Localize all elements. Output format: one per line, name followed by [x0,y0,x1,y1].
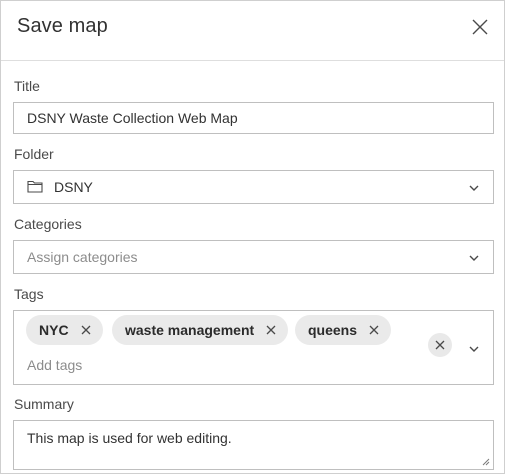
tag-chip-label: NYC [39,322,69,338]
folder-select[interactable]: DSNY [13,170,494,204]
clear-tags-button[interactable] [428,333,452,357]
title-input-value: DSNY Waste Collection Web Map [27,110,238,126]
tags-label: Tags [14,286,44,302]
save-map-dialog: Save map Title DSNY Waste Collection Web… [0,0,505,474]
tag-chip-queens[interactable]: queens [295,315,392,345]
chevron-down-icon [469,255,479,261]
resize-handle-icon[interactable] [482,458,490,466]
folder-icon [27,180,43,193]
close-icon [435,340,445,350]
categories-label: Categories [14,216,82,232]
categories-placeholder: Assign categories [27,249,138,265]
close-icon[interactable] [81,325,91,335]
summary-label: Summary [14,396,74,412]
summary-textarea[interactable]: This map is used for web editing. [13,420,494,470]
tags-input[interactable]: NYC waste management queens Add tags [13,310,494,385]
chevron-down-icon[interactable] [468,343,480,355]
tag-chip-nyc[interactable]: NYC [26,315,103,345]
folder-label: Folder [14,146,54,162]
folder-select-value: DSNY [54,179,93,195]
close-button[interactable] [468,15,492,39]
tags-placeholder: Add tags [27,357,83,373]
close-icon[interactable] [266,325,276,335]
tag-chip-label: queens [308,322,358,338]
title-label: Title [14,78,40,94]
tag-chip-waste-management[interactable]: waste management [112,315,289,345]
title-input[interactable]: DSNY Waste Collection Web Map [13,102,494,134]
close-icon[interactable] [369,325,379,335]
dialog-title: Save map [17,15,108,37]
close-icon [472,19,488,35]
summary-value: This map is used for web editing. [27,430,232,446]
chevron-down-icon [469,185,479,191]
categories-select[interactable]: Assign categories [13,240,494,274]
tag-chip-label: waste management [125,322,255,338]
dialog-header: Save map [1,1,504,61]
